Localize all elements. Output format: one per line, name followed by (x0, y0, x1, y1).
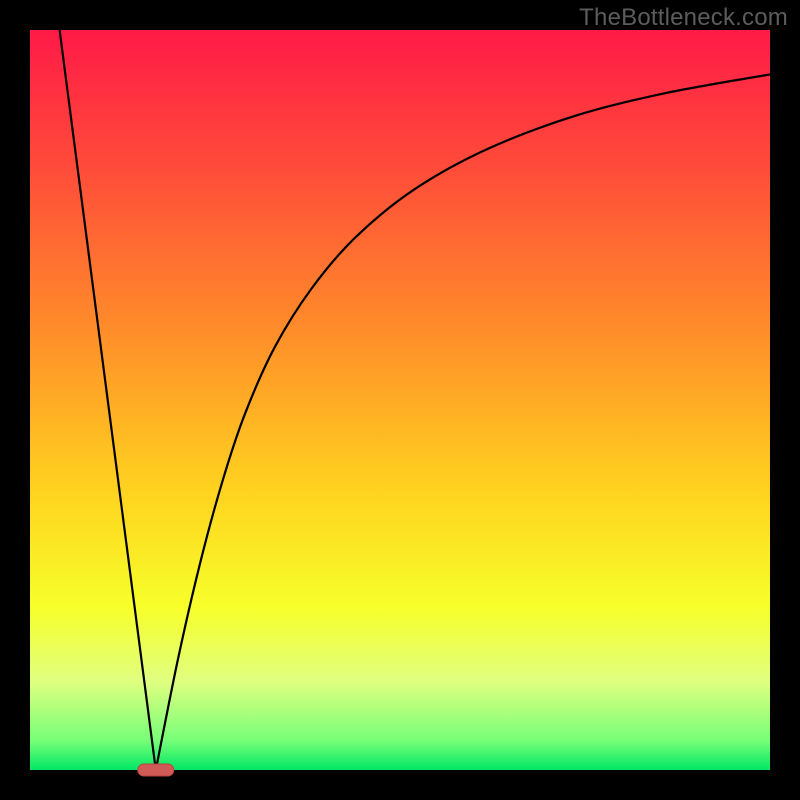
bottleneck-chart: TheBottleneck.com (0, 0, 800, 800)
chart-svg (0, 0, 800, 800)
minimum-marker (138, 764, 174, 776)
watermark-text: TheBottleneck.com (579, 4, 788, 32)
